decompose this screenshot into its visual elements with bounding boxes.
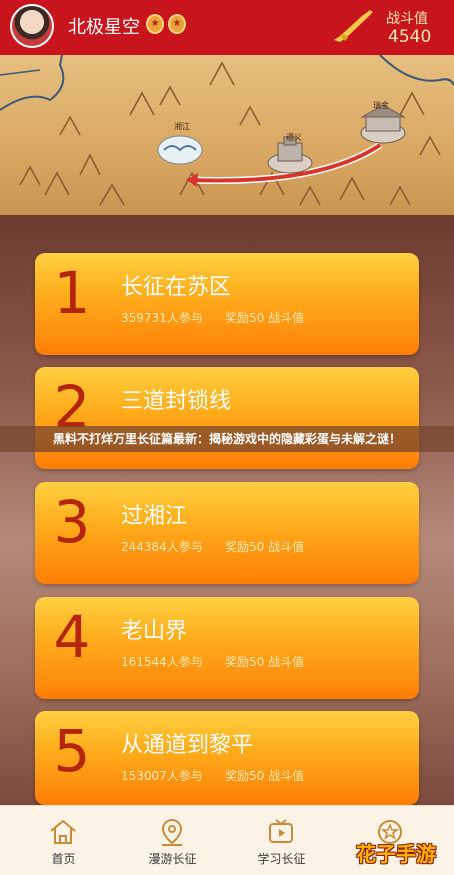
chapter-card[interactable]: 1 长征在苏区 359731人参与 奖励50 战斗值 <box>35 253 419 355</box>
map-place-label: 瑞金 <box>373 101 389 110</box>
nav-label: 首页 <box>51 852 76 866</box>
rifle-icon <box>334 10 373 42</box>
chapter-title: 过湘江 <box>121 504 188 529</box>
chapter-participants: 153007人参与 <box>121 769 203 783</box>
power-label: 战斗值 <box>386 11 428 27</box>
top-header: 北极星空 ★ ★ 战斗值 4540 <box>0 0 454 55</box>
home-icon <box>50 819 76 844</box>
chapter-card[interactable]: 3 过湘江 244384人参与 奖励50 战斗值 <box>35 482 419 584</box>
chapter-number: 3 <box>53 488 91 556</box>
map-terrain <box>0 55 454 206</box>
chapter-participants: 244384人参与 <box>121 540 203 554</box>
medal-icon: ★ <box>168 14 186 34</box>
map-place-label: 遵义 <box>286 133 302 142</box>
nav-label: 学习长征 <box>257 852 306 866</box>
nav-item-learn[interactable]: 学习长征 <box>225 806 338 875</box>
chapter-title: 三道封锁线 <box>121 389 232 414</box>
long-march-map[interactable]: 湘江 遵义 瑞金 <box>0 55 454 215</box>
overlay-banner: 黑料不打烊万里长征篇最新：揭秘游戏中的隐藏彩蛋与未解之谜！ <box>0 426 454 452</box>
chapter-number: 4 <box>53 603 91 671</box>
chapter-number: 5 <box>53 717 91 785</box>
location-pin-icon <box>161 818 183 846</box>
chapter-reward: 奖励50 战斗值 <box>225 769 305 783</box>
chapter-participants: 359731人参与 <box>121 311 203 325</box>
watermark-logo: 花子手游 <box>356 842 436 866</box>
username: 北极星空 <box>68 17 140 38</box>
nav-item-roam[interactable]: 漫游长征 <box>116 806 229 875</box>
chapter-participants: 161544人参与 <box>121 655 203 669</box>
chapter-card[interactable]: 4 老山界 161544人参与 奖励50 战斗值 <box>35 597 419 699</box>
chapter-title: 老山界 <box>121 619 188 644</box>
power-value: 4540 <box>388 27 432 47</box>
map-place-label: 湘江 <box>174 122 190 131</box>
chapter-card[interactable]: 2 三道封锁线 <box>35 367 419 469</box>
nav-label: 漫游长征 <box>148 852 197 866</box>
chapter-reward: 奖励50 战斗值 <box>225 655 305 669</box>
chapter-reward: 奖励50 战斗值 <box>225 311 305 325</box>
chapter-number: 1 <box>53 259 91 327</box>
medal-icon: ★ <box>146 14 164 34</box>
avatar[interactable] <box>10 4 54 48</box>
chapter-title: 长征在苏区 <box>121 275 232 300</box>
chapter-title: 从通道到黎平 <box>121 733 254 758</box>
nav-item-home[interactable]: 首页 <box>7 806 120 875</box>
chapter-reward: 奖励50 战斗值 <box>225 540 305 554</box>
chapter-card[interactable]: 5 从通道到黎平 153007人参与 奖励50 战斗值 <box>35 711 419 805</box>
video-play-icon <box>269 819 293 843</box>
